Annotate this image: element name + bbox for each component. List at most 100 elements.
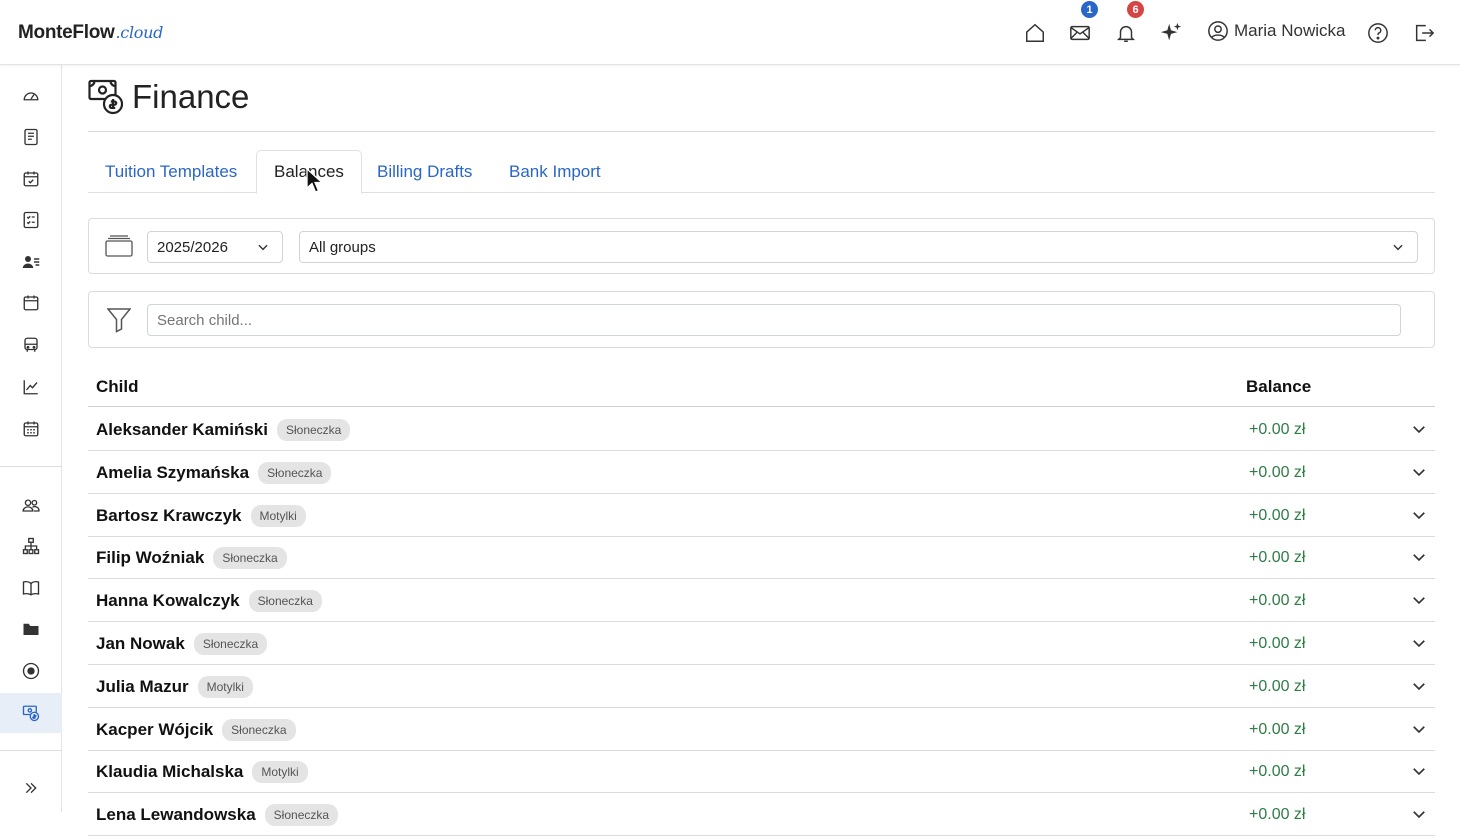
balance-value: +0.00 zł xyxy=(1249,806,1306,824)
sidebar-item-documents[interactable] xyxy=(0,609,62,649)
stack-icon xyxy=(105,235,133,257)
child-name[interactable]: Klaudia Michalska xyxy=(96,762,243,782)
chevron-down-icon xyxy=(1413,768,1425,776)
page-title: Finance xyxy=(132,78,250,115)
sidebar-item-calendar-check[interactable] xyxy=(0,159,62,199)
child-name[interactable]: Hanna Kowalczyk xyxy=(96,591,240,611)
group-badge: Motylki xyxy=(197,675,253,698)
child-cell: Kacper Wójcik Słoneczka xyxy=(96,718,296,741)
group-badge: Słoneczka xyxy=(276,419,351,441)
sparkles-icon[interactable] xyxy=(1159,21,1183,45)
help-icon[interactable] xyxy=(1366,21,1390,45)
balance-value: +0.00 zł xyxy=(1249,592,1306,610)
table-header: Child Balance xyxy=(88,365,1435,407)
user-avatar-icon xyxy=(1208,21,1228,41)
chevron-down-icon xyxy=(1413,682,1425,690)
sidebar-item-finance[interactable] xyxy=(0,693,62,733)
expand-row-button[interactable] xyxy=(1410,720,1428,738)
child-name[interactable]: Lena Lewandowska xyxy=(96,805,256,825)
child-cell: Lena Lewandowska Słoneczka xyxy=(96,804,339,827)
child-name[interactable]: Jan Nowak xyxy=(96,634,185,654)
expand-row-button[interactable] xyxy=(1410,677,1428,695)
balance-value: +0.00 zł xyxy=(1249,421,1306,438)
app-logo[interactable]: MonteFlow.cloud xyxy=(18,22,163,44)
tab-billing-drafts[interactable]: Billing Drafts xyxy=(360,150,489,193)
home-icon[interactable] xyxy=(1023,21,1047,45)
table-row[interactable]: Aleksander Kamiński Słoneczka +0.00 zł xyxy=(88,408,1435,451)
finance-tabs: Tuition Templates Balances Billing Draft… xyxy=(88,150,1435,194)
column-header-child: Child xyxy=(96,377,139,396)
child-cell: Bartosz Krawczyk Motylki xyxy=(96,504,306,527)
expand-row-button[interactable] xyxy=(1410,805,1428,823)
sidebar-divider-bottom xyxy=(0,750,62,751)
school-year-value: 2025/2026 xyxy=(157,238,228,256)
chevron-down-icon xyxy=(1393,244,1403,251)
sidebar-item-reports[interactable] xyxy=(0,367,62,407)
search-filter-panel xyxy=(88,291,1435,348)
tab-bank-import[interactable]: Bank Import xyxy=(492,150,618,193)
sidebar-item-schedule[interactable] xyxy=(0,409,62,449)
sidebar-item-dashboard[interactable] xyxy=(0,76,62,116)
school-year-select[interactable]: 2025/2026 xyxy=(147,231,283,263)
child-name[interactable]: Amelia Szymańska xyxy=(96,463,249,483)
table-row[interactable]: Jan Nowak Słoneczka +0.00 zł xyxy=(88,622,1435,665)
chevron-down-icon xyxy=(1413,554,1425,562)
expand-row-button[interactable] xyxy=(1410,591,1428,609)
child-name[interactable]: Aleksander Kamiński xyxy=(96,420,268,440)
sidebar-item-people[interactable] xyxy=(0,485,62,525)
table-row[interactable]: Klaudia Michalska Motylki +0.00 zł xyxy=(88,750,1435,794)
table-row[interactable]: Kacper Wójcik Słoneczka +0.00 zł xyxy=(88,708,1435,751)
sidebar-item-structure[interactable] xyxy=(0,526,62,566)
group-value: All groups xyxy=(309,238,376,256)
child-name[interactable]: Bartosz Krawczyk xyxy=(96,506,242,526)
notifications-icon[interactable]: 6 xyxy=(1114,1,1144,45)
chevron-down-icon xyxy=(1413,640,1425,648)
diagram-icon xyxy=(22,537,40,555)
sidebar-item-transport[interactable] xyxy=(0,325,62,365)
child-name[interactable]: Kacper Wójcik xyxy=(96,720,213,740)
chevron-down-icon xyxy=(1413,468,1425,476)
messages-icon[interactable]: 1 xyxy=(1068,1,1098,45)
balance-value: +0.00 zł xyxy=(1249,463,1306,481)
table-row[interactable]: Amelia Szymańska Słoneczka +0.00 zł xyxy=(88,451,1435,494)
group-badge: Słoneczka xyxy=(258,461,332,484)
table-row[interactable]: Lena Lewandowska Słoneczka +0.00 zł xyxy=(88,793,1435,836)
user-menu[interactable]: Maria Nowicka xyxy=(1207,20,1345,42)
cash-coin-icon xyxy=(22,705,40,722)
expand-row-button[interactable] xyxy=(1410,463,1428,481)
record-circle-icon xyxy=(22,662,40,680)
page-header: Finance xyxy=(88,77,249,117)
table-row[interactable]: Bartosz Krawczyk Motylki +0.00 zł xyxy=(88,494,1435,537)
sidebar-item-children[interactable] xyxy=(0,242,62,282)
expand-row-button[interactable] xyxy=(1410,634,1428,652)
child-cell: Hanna Kowalczyk Słoneczka xyxy=(96,590,322,613)
sidebar-expand-button[interactable] xyxy=(0,768,62,808)
top-bar: MonteFlow.cloud 1 6 Maria Nowicka xyxy=(0,0,1460,65)
sidebar-item-checklist[interactable] xyxy=(0,200,62,240)
balance-value: +0.00 zł xyxy=(1249,635,1306,652)
search-child-input[interactable] xyxy=(147,304,1401,336)
group-select[interactable]: All groups xyxy=(299,231,1418,263)
expand-row-button[interactable] xyxy=(1410,548,1428,566)
sidebar-item-records[interactable] xyxy=(0,651,62,691)
table-row[interactable]: Filip Woźniak Słoneczka +0.00 zł xyxy=(88,536,1435,580)
expand-row-button[interactable] xyxy=(1410,506,1428,524)
child-name[interactable]: Filip Woźniak xyxy=(96,548,204,568)
bus-icon xyxy=(24,337,38,352)
checklist-icon xyxy=(23,211,39,229)
sidebar-item-journal[interactable] xyxy=(0,117,62,157)
expand-row-button[interactable] xyxy=(1410,762,1428,780)
calendar-grid-icon xyxy=(23,421,39,437)
table-row[interactable]: Hanna Kowalczyk Słoneczka +0.00 zł xyxy=(88,579,1435,623)
group-badge: Słoneczka xyxy=(248,590,322,613)
child-cell: Julia Mazur Motylki xyxy=(96,675,253,698)
tab-tuition-templates[interactable]: Tuition Templates xyxy=(88,150,254,193)
child-name[interactable]: Julia Mazur xyxy=(96,677,189,697)
balance-value: +0.00 zł xyxy=(1249,720,1306,738)
expand-row-button[interactable] xyxy=(1410,420,1428,438)
table-row[interactable]: Julia Mazur Motylki +0.00 zł xyxy=(88,665,1435,708)
sidebar-item-calendar[interactable] xyxy=(0,283,62,323)
balance-value: +0.00 zł xyxy=(1249,549,1306,567)
logout-icon[interactable] xyxy=(1412,21,1436,45)
sidebar-item-library[interactable] xyxy=(0,568,62,608)
